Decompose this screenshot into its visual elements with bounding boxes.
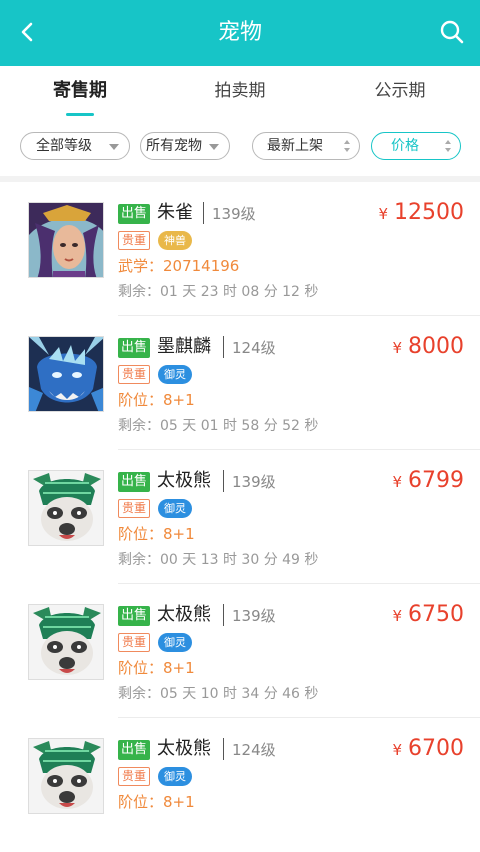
sale-tag: 出售 bbox=[118, 606, 151, 626]
period-tabs: 寄售期 拍卖期 公示期 bbox=[0, 66, 480, 120]
pet-attribute: 阶位：8+1 bbox=[118, 793, 195, 811]
pet-level: 139级 bbox=[212, 205, 256, 223]
type-tag: 御灵 bbox=[158, 365, 192, 384]
name-divider bbox=[223, 470, 224, 492]
currency-symbol: ¥ bbox=[392, 741, 402, 759]
price-value: 12500 bbox=[394, 200, 464, 225]
list-item[interactable]: 出售 墨麒麟 124级 ¥8000 贵重 御灵 阶位：8+1 剩余：05 天 0… bbox=[0, 316, 480, 450]
filter-label: 全部等级 bbox=[36, 138, 92, 154]
type-tag: 御灵 bbox=[158, 633, 192, 652]
pet-attribute: 阶位：8+1 bbox=[118, 391, 195, 409]
name-divider bbox=[203, 202, 204, 224]
app-header: 宠物 bbox=[0, 0, 480, 66]
sort-label: 价格 bbox=[391, 138, 419, 154]
name-divider bbox=[223, 738, 224, 760]
type-tag: 御灵 bbox=[158, 499, 192, 518]
remaining-time: 剩余：00 天 13 时 30 分 49 秒 bbox=[118, 552, 319, 568]
tab-auction[interactable]: 拍卖期 bbox=[190, 66, 290, 120]
sale-tag: 出售 bbox=[118, 740, 151, 760]
price-value: 6750 bbox=[408, 602, 464, 627]
sort-arrows-icon bbox=[344, 140, 350, 152]
caret-down-icon bbox=[209, 144, 219, 150]
price: ¥6750 bbox=[392, 600, 464, 631]
currency-symbol: ¥ bbox=[392, 607, 402, 625]
sale-tag: 出售 bbox=[118, 204, 151, 224]
pet-level: 124级 bbox=[232, 339, 276, 357]
price: ¥8000 bbox=[392, 332, 464, 363]
filter-bar: 全部等级 所有宠物 最新上架 价格 bbox=[0, 120, 480, 176]
currency-symbol: ¥ bbox=[392, 339, 402, 357]
qilin-avatar bbox=[28, 336, 104, 412]
sort-price-button[interactable]: 价格 bbox=[371, 132, 461, 160]
sort-arrows-icon bbox=[445, 140, 451, 152]
pet-type-filter-dropdown[interactable]: 所有宠物 bbox=[140, 132, 230, 160]
pet-attribute: 阶位：8+1 bbox=[118, 525, 195, 543]
price: ¥6700 bbox=[392, 734, 464, 765]
pet-level: 124级 bbox=[232, 741, 276, 759]
sort-newest-button[interactable]: 最新上架 bbox=[252, 132, 360, 160]
active-tab-indicator bbox=[66, 113, 94, 116]
pet-level: 139级 bbox=[232, 473, 276, 491]
pet-attribute: 阶位：8+1 bbox=[118, 659, 195, 677]
price-value: 6799 bbox=[408, 468, 464, 493]
name-divider bbox=[223, 604, 224, 626]
list-item[interactable]: 出售 朱雀 139级 ¥12500 贵重 神兽 武学：20714196 剩余：0… bbox=[0, 182, 480, 316]
caret-down-icon bbox=[109, 144, 119, 150]
sale-tag: 出售 bbox=[118, 472, 151, 492]
tab-public[interactable]: 公示期 bbox=[350, 66, 450, 120]
pet-name: 朱雀 bbox=[157, 202, 193, 223]
tab-label: 寄售期 bbox=[53, 80, 107, 101]
taiji-bear-avatar bbox=[28, 470, 104, 546]
search-icon[interactable] bbox=[438, 18, 466, 46]
remaining-time: 剩余：01 天 23 时 08 分 12 秒 bbox=[118, 284, 319, 300]
remaining-time: 剩余：05 天 01 时 58 分 52 秒 bbox=[118, 418, 319, 434]
pet-attribute: 武学：20714196 bbox=[118, 257, 240, 275]
pet-name: 太极熊 bbox=[157, 604, 211, 625]
sale-tag: 出售 bbox=[118, 338, 151, 358]
zhuque-avatar bbox=[28, 202, 104, 278]
price-value: 6700 bbox=[408, 736, 464, 761]
list-item[interactable]: 出售 太极熊 124级 ¥6700 贵重 御灵 阶位：8+1 bbox=[0, 718, 480, 852]
currency-symbol: ¥ bbox=[392, 473, 402, 491]
list-item[interactable]: 出售 太极熊 139级 ¥6750 贵重 御灵 阶位：8+1 剩余：05 天 1… bbox=[0, 584, 480, 718]
name-divider bbox=[223, 336, 224, 358]
pet-name: 太极熊 bbox=[157, 470, 211, 491]
rare-tag: 贵重 bbox=[118, 633, 151, 652]
page-title: 宠物 bbox=[217, 20, 262, 45]
remaining-time: 剩余：05 天 10 时 34 分 46 秒 bbox=[118, 686, 319, 702]
rare-tag: 贵重 bbox=[118, 499, 151, 518]
price: ¥12500 bbox=[378, 198, 464, 229]
level-filter-dropdown[interactable]: 全部等级 bbox=[20, 132, 130, 160]
taiji-bear-avatar bbox=[28, 604, 104, 680]
type-tag: 神兽 bbox=[158, 231, 192, 250]
filter-label: 所有宠物 bbox=[146, 138, 202, 154]
list-item[interactable]: 出售 太极熊 139级 ¥6799 贵重 御灵 阶位：8+1 剩余：00 天 1… bbox=[0, 450, 480, 584]
rare-tag: 贵重 bbox=[118, 767, 151, 786]
taiji-bear-avatar bbox=[28, 738, 104, 814]
tab-label: 公示期 bbox=[374, 81, 426, 101]
pet-level: 139级 bbox=[232, 607, 276, 625]
tab-label: 拍卖期 bbox=[214, 81, 266, 101]
rare-tag: 贵重 bbox=[118, 365, 151, 384]
currency-symbol: ¥ bbox=[378, 205, 388, 223]
pet-name: 墨麒麟 bbox=[157, 336, 211, 357]
price-value: 8000 bbox=[408, 334, 464, 359]
price: ¥6799 bbox=[392, 466, 464, 497]
rare-tag: 贵重 bbox=[118, 231, 151, 250]
type-tag: 御灵 bbox=[158, 767, 192, 786]
pet-name: 太极熊 bbox=[157, 738, 211, 759]
sort-label: 最新上架 bbox=[267, 138, 323, 154]
tab-consignment[interactable]: 寄售期 bbox=[30, 66, 130, 120]
